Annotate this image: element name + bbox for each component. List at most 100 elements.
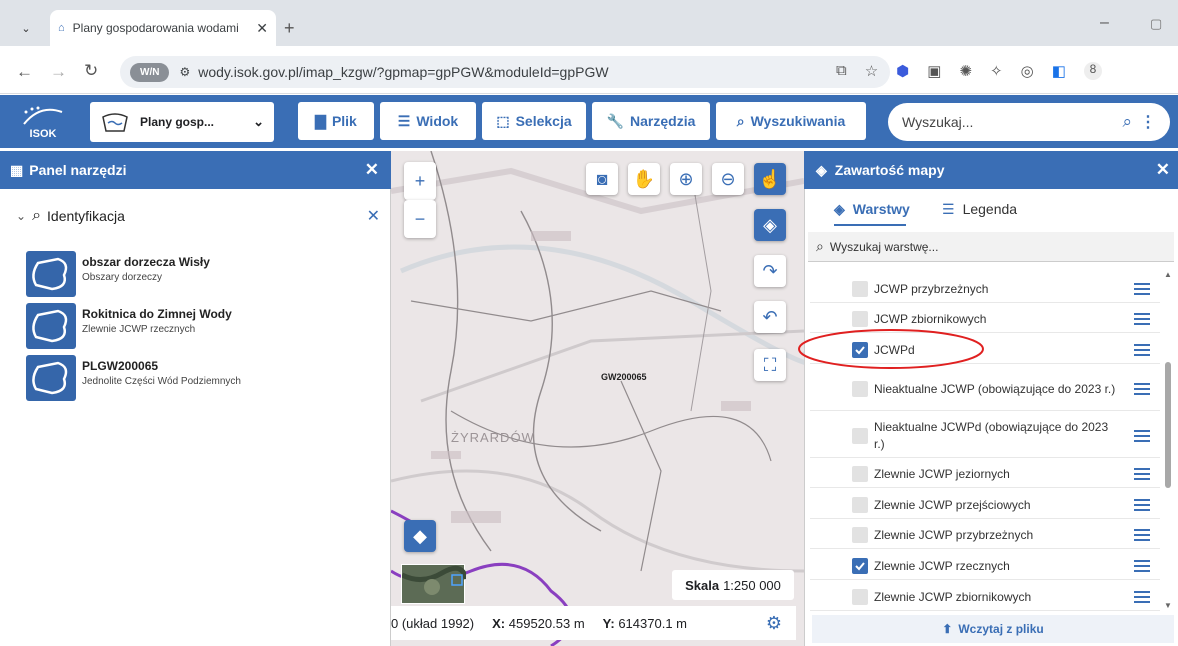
map-selector-label: Plany gosp... [140, 115, 215, 129]
minimize-button[interactable]: – [1100, 14, 1109, 32]
map-selector[interactable]: Plany gosp... ⌄ [90, 102, 274, 142]
extension-gear-icon[interactable]: ✺ [959, 62, 972, 80]
layer-label: Zlewnie JCWP zbiornikowych [874, 589, 1032, 604]
close-icon[interactable]: ✕ [1156, 160, 1170, 180]
restore-button[interactable]: ▢ [1150, 16, 1162, 32]
map-contents-title: Zawartość mapy [834, 162, 945, 178]
back-button[interactable]: ← [16, 62, 33, 82]
load-from-file-label: Wczytaj z pliku [958, 622, 1044, 636]
feature-label: GW200065 [601, 372, 647, 382]
layer-label: Nieaktualne JCWPd (obowiązujące do 2023 … [874, 420, 1109, 451]
layer-menu-icon[interactable] [1134, 283, 1150, 295]
layers-button[interactable]: ◈ [754, 209, 786, 241]
menu-file-button[interactable]: ▇ Plik [298, 102, 374, 140]
menu-selection-button[interactable]: ⬚ Selekcja [482, 102, 586, 140]
layer-checkbox[interactable] [852, 497, 868, 513]
layer-label: JCWP przybrzeżnych [874, 281, 989, 296]
redo-extent-button[interactable]: ↷ [754, 255, 786, 287]
layer-checkbox[interactable] [852, 381, 868, 397]
close-icon[interactable]: ✕ [365, 160, 379, 180]
result-item[interactable]: obszar dorzecza Wisły Obszary dorzeczy [26, 251, 386, 299]
layer-item: Nieaktualne JCWPd (obowiązujące do 2023 … [810, 414, 1160, 458]
layer-label: Nieaktualne JCWP (obowiązujące do 2023 r… [874, 381, 1116, 396]
layer-search-input[interactable]: ⌕ Wyszukaj warstwę... [808, 232, 1174, 262]
layer-menu-icon[interactable] [1134, 468, 1150, 480]
menu-tools-button[interactable]: 🔧 Narzędzia [592, 102, 710, 140]
layer-checkbox[interactable] [852, 428, 868, 444]
layer-menu-icon[interactable] [1134, 560, 1150, 572]
close-tab-icon[interactable]: ✕ [256, 20, 268, 37]
zoom-out-button[interactable]: − [404, 200, 436, 238]
coord-system: 0 (układ 1992) [391, 615, 475, 631]
layer-label: Zlewnie JCWP przejściowych [874, 497, 1031, 512]
basemap-button[interactable]: ◆ [404, 520, 436, 552]
extension-sync-icon[interactable]: ◎ [1021, 62, 1034, 80]
result-item[interactable]: Rokitnica do Zimnej Wody Zlewnie JCWP rz… [26, 303, 386, 351]
layer-checkbox[interactable] [852, 527, 868, 543]
close-icon[interactable]: ✕ [367, 206, 380, 226]
load-from-file-button[interactable]: ⬆ Wczytaj z pliku [812, 615, 1174, 643]
identify-button[interactable]: ☝ [754, 163, 786, 195]
layer-menu-icon[interactable] [1134, 430, 1150, 442]
layer-checkbox[interactable] [852, 589, 868, 605]
zoom-box-in-button[interactable]: ⊕ [670, 163, 702, 195]
layer-checkbox[interactable] [852, 281, 868, 297]
scale-widget[interactable]: Skala 1:250 000 [672, 570, 794, 600]
extension-shield-icon[interactable]: ⬢ [896, 62, 909, 80]
layer-checkbox[interactable] [852, 558, 868, 574]
extension-puzzle-icon[interactable]: ✧ [990, 62, 1003, 80]
isok-logo[interactable]: ISOK [18, 104, 68, 142]
browser-tab[interactable]: ⌂ Plany gospodarowania wodami ✕ [50, 10, 276, 46]
full-extent-button[interactable]: ⛶ [754, 349, 786, 381]
shapes-icon: ◆ [413, 525, 427, 546]
layer-menu-icon[interactable] [1134, 499, 1150, 511]
menu-search-button[interactable]: ⌕ Wyszukiwania [716, 102, 866, 140]
layer-divider [810, 410, 1160, 411]
layer-item: Zlewnie JCWP przybrzeżnych [810, 521, 1160, 549]
result-item[interactable]: PLGW200065 Jednolite Części Wód Podziemn… [26, 355, 386, 403]
search-icon[interactable]: ⌕ [1122, 112, 1132, 132]
menu-view-button[interactable]: ☰ Widok [380, 102, 476, 140]
pan-button[interactable]: ✋ [628, 163, 660, 195]
result-name: Rokitnica do Zimnej Wody [82, 307, 232, 321]
overview-map-thumbnail[interactable] [401, 564, 466, 604]
global-search-input[interactable]: Wyszukaj... ⌕ ⋮ [888, 103, 1170, 141]
undo-extent-button[interactable]: ↶ [754, 301, 786, 333]
url-field[interactable]: W/N ⚙ wody.isok.gov.pl/imap_kzgw/?gpmap=… [120, 56, 890, 88]
zoom-box-out-button[interactable]: ⊖ [712, 163, 744, 195]
layer-scrollbar[interactable]: ▲ ▼ [1162, 270, 1174, 610]
tab-layers[interactable]: ◈ Warstwy [834, 201, 910, 218]
site-badge[interactable]: W/N [130, 62, 170, 82]
menu-search-label: Wyszukiwania [750, 113, 846, 129]
layer-checkbox[interactable] [852, 466, 868, 482]
layer-menu-icon[interactable] [1134, 383, 1150, 395]
profile-badge[interactable]: 8 [1083, 62, 1102, 80]
scroll-up-icon[interactable]: ▲ [1164, 270, 1172, 279]
zoom-in-button[interactable]: + [404, 162, 436, 200]
bookmark-star-icon[interactable]: ☆ [865, 62, 878, 80]
more-vert-icon[interactable]: ⋮ [1140, 112, 1156, 132]
layer-label: Zlewnie JCWP przybrzeżnych [874, 527, 1034, 542]
settings-gear-icon[interactable]: ⚙ [766, 613, 782, 634]
install-app-icon[interactable]: ⧉ [836, 62, 847, 80]
layers-icon: ◈ [834, 201, 845, 217]
extension-box-icon[interactable]: ▣ [927, 62, 941, 80]
layer-menu-icon[interactable] [1134, 529, 1150, 541]
scroll-down-icon[interactable]: ▼ [1164, 601, 1172, 610]
forward-button[interactable]: → [50, 62, 67, 82]
identify-section-header[interactable]: ⌄ ⌕ Identyfikacja ✕ [16, 205, 386, 227]
tab-legend[interactable]: ☰ Legenda [942, 201, 1017, 218]
polygon-icon [26, 251, 76, 297]
sidebar-toggle-icon[interactable]: ◧ [1052, 62, 1066, 80]
layer-menu-icon[interactable] [1134, 591, 1150, 603]
screenshot-button[interactable]: ◙ [586, 163, 618, 195]
scale-label: Skala [685, 577, 720, 593]
site-settings-icon[interactable]: ⚙ [179, 65, 190, 79]
reload-button[interactable]: ↻ [84, 61, 98, 81]
layer-menu-icon[interactable] [1134, 344, 1150, 356]
tab-list-button[interactable]: ⌄ [14, 16, 38, 40]
new-tab-button[interactable]: + [284, 18, 295, 39]
scrollbar-thumb[interactable] [1165, 362, 1171, 488]
coordinates-bar: 0 (układ 1992) X: 459520.53 m Y: 614370.… [391, 606, 796, 640]
layer-menu-icon[interactable] [1134, 313, 1150, 325]
